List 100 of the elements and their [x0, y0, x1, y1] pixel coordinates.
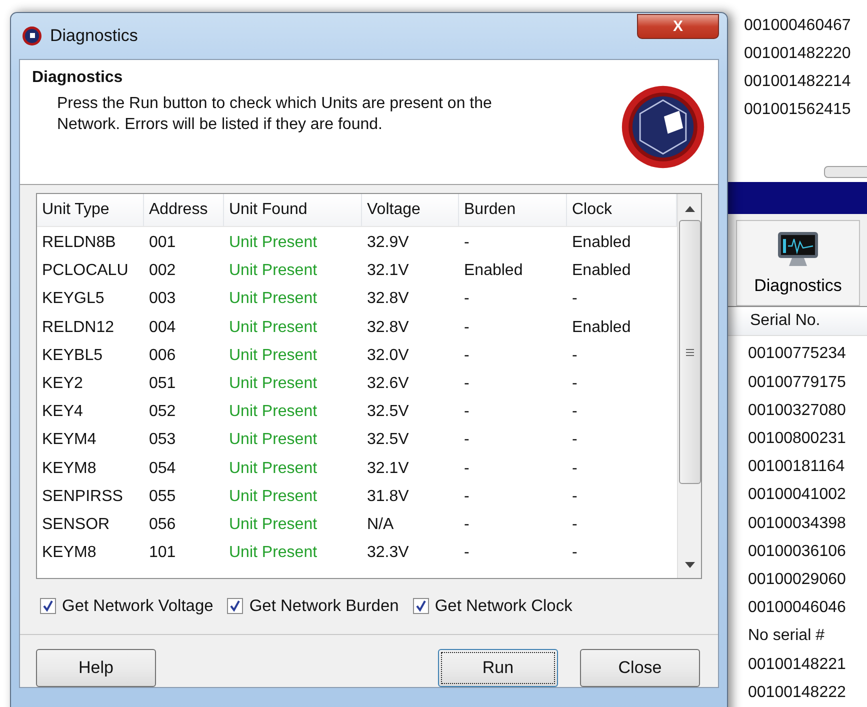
table-cell-text: 32.5V [366, 431, 410, 450]
table-cell-text: KEYM8 [41, 544, 98, 562]
table-cell-text: - [571, 403, 578, 422]
serial-number: 00100029060 [748, 570, 847, 590]
table-cell-text: Unit Present [228, 544, 318, 562]
serial-number: 00100775234 [748, 344, 847, 364]
window-title: Diagnostics [50, 26, 138, 46]
table-cell-text: 32.0V [366, 346, 410, 365]
table-cell-text: 002 [148, 262, 177, 280]
table-cell-text: - [463, 318, 470, 337]
table-cell-text: - [571, 290, 578, 308]
checkbox[interactable] [412, 598, 429, 614]
checkbox-label: Get Network Clock [434, 596, 572, 616]
table-cell-text: - [571, 431, 578, 450]
table-cell-text: SENSOR [41, 516, 111, 534]
table-cell-text: KEY2 [41, 375, 84, 394]
table-cell-text: - [463, 431, 470, 450]
table-cell-text: Unit Present [228, 346, 318, 365]
serial-number: 001001562415 [744, 100, 852, 120]
table-cell-text: Enabled [571, 318, 632, 337]
table-cell-text: 001 [148, 234, 177, 252]
table-cell-text: - [463, 488, 470, 506]
dialog-button[interactable]: Close [580, 649, 700, 687]
table-cell-text: Enabled [571, 262, 632, 280]
checkbox-label: Get Network Burden [249, 596, 399, 616]
table-cell-text: 004 [148, 318, 177, 337]
table-cell-text: Unit Present [228, 431, 318, 450]
serial-number: 00100046046 [748, 598, 847, 618]
table-cell-text: Unit Present [228, 375, 318, 394]
table-cell-text: 31.8V [366, 488, 410, 506]
logo-icon [620, 84, 706, 170]
serial-number: 00100327080 [748, 400, 847, 421]
column-header[interactable]: Burden [459, 194, 567, 226]
logo-icon [22, 26, 42, 46]
column-header[interactable]: Unit Found [224, 194, 362, 226]
serial-number: 00100036106 [748, 542, 847, 562]
table-cell-text: Unit Present [228, 318, 318, 337]
table-cell-text: 32.3V [366, 544, 410, 562]
serial-number: 00100779175 [748, 372, 847, 393]
table-cell-text: 053 [148, 431, 177, 450]
column-header[interactable]: Voltage [362, 194, 459, 226]
splitter-handle[interactable] [824, 166, 867, 178]
scroll-down-icon[interactable] [684, 562, 694, 568]
checkbox[interactable] [227, 598, 244, 614]
table-cell-text: - [571, 460, 578, 478]
table-cell-text: Unit Present [228, 516, 318, 534]
serial-number: 00100034398 [748, 514, 847, 534]
checkbox[interactable] [40, 598, 56, 614]
table-cell-text: Enabled [463, 262, 524, 280]
grip-icon [686, 348, 694, 356]
table-cell-text: 32.1V [366, 262, 410, 280]
table-cell-text: 32.6V [366, 375, 410, 394]
table-cell-text: 32.5V [366, 403, 410, 422]
table-cell-text: - [571, 375, 578, 394]
column-header[interactable]: Unit Type [37, 194, 144, 226]
table-cell-text: 32.1V [366, 460, 410, 478]
column-header[interactable]: Address [144, 194, 224, 226]
dialog-button[interactable]: Help [36, 649, 156, 687]
table-cell-text: - [463, 375, 470, 394]
serial-number: 00100148221 [748, 654, 847, 675]
table-cell-text: - [463, 346, 470, 365]
table-cell-text: - [463, 516, 470, 534]
serial-number: 00100041002 [748, 485, 847, 506]
checkbox-label: Get Network Voltage [62, 596, 214, 616]
table-cell-text: Unit Present [228, 262, 318, 280]
table-cell-text: PCLOCALU [41, 262, 130, 280]
table-cell-text: 054 [148, 460, 177, 478]
table-cell-text: Enabled [571, 234, 632, 252]
header-description: Press the Run button to check which Units are present on the Network. Errors will be listed if they are found. [57, 94, 493, 135]
table-cell-text: KEY4 [41, 403, 84, 422]
serial-number: 001001482214 [744, 72, 852, 92]
serial-number: 00100800231 [748, 428, 847, 449]
table-cell-text: Unit Present [228, 488, 318, 506]
serial-number: No serial # [748, 626, 826, 646]
table-cell-text: 32.9V [366, 234, 410, 252]
window-close-button[interactable]: X [637, 14, 719, 39]
table-cell-text: - [571, 516, 578, 534]
table-cell-text: KEYM8 [41, 460, 98, 478]
scroll-thumb[interactable] [678, 220, 700, 484]
table-cell-text: 101 [148, 544, 177, 562]
table-cell-text: Unit Present [228, 403, 318, 422]
scroll-up-icon[interactable] [684, 206, 694, 212]
table-cell-text: - [463, 290, 470, 308]
table-cell-text: - [463, 460, 470, 478]
table-cell-text: 052 [148, 403, 177, 422]
table-cell-text: - [463, 234, 470, 252]
table-cell-text: N/A [366, 516, 395, 534]
table-cell-text: 006 [148, 346, 177, 365]
dialog-button[interactable]: Run [438, 649, 558, 687]
table-cell-text: Unit Present [228, 460, 318, 478]
toolbar-button[interactable]: Diagnostics [736, 220, 860, 306]
table-cell-text: Unit Present [228, 290, 318, 308]
table-cell-text: 055 [148, 488, 177, 506]
serial-number: 001000460467 [744, 16, 852, 36]
header-title: Diagnostics [32, 69, 124, 87]
table-cell-text: KEYM4 [41, 431, 98, 450]
serial-number: 001001482220 [744, 44, 852, 64]
table-cell-text: - [571, 488, 578, 506]
scrollbar[interactable] [677, 194, 701, 578]
table-cell-text: Unit Present [228, 234, 318, 252]
